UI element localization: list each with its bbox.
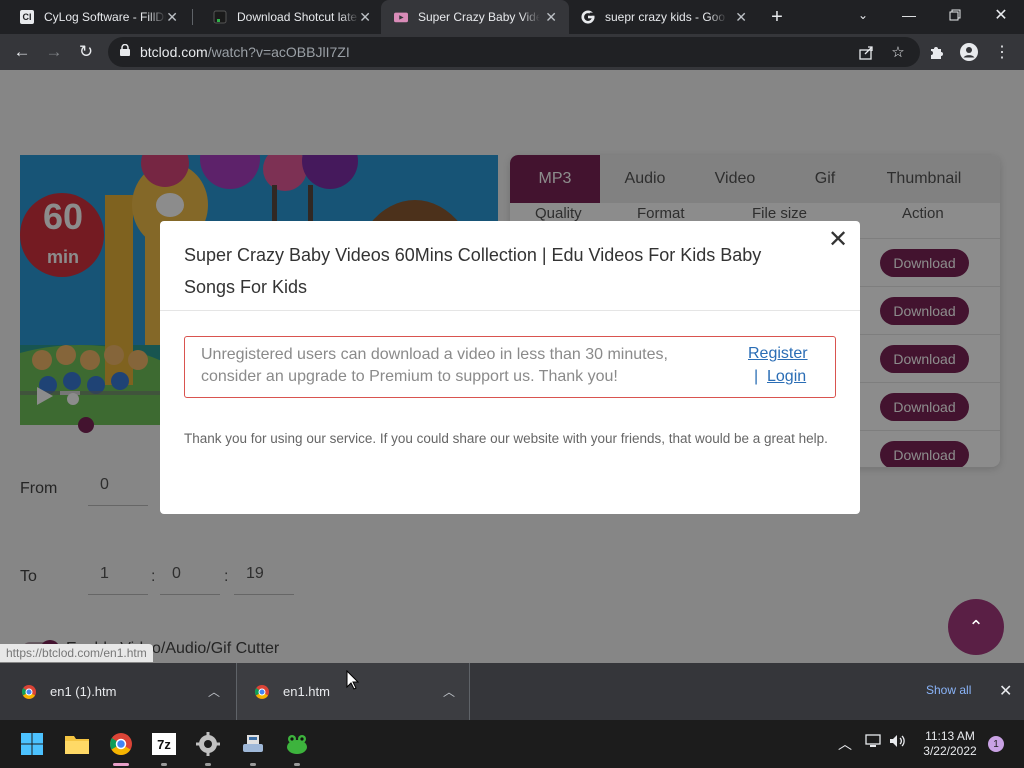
clock-time: 11:13 AM <box>925 729 975 743</box>
tab-title: suepr crazy kids - Goo <box>605 10 726 24</box>
shotcut-favicon <box>213 10 227 24</box>
windows-taskbar: 7z ︿ 11:13 AM 3/22/2022 1 <box>0 720 1024 768</box>
show-all-link[interactable]: Show all <box>926 683 971 697</box>
chrome-file-icon <box>254 684 270 700</box>
sevenzip-label: 7z <box>152 733 176 755</box>
close-window-button[interactable]: ✕ <box>978 0 1024 30</box>
register-link[interactable]: Register <box>748 345 808 363</box>
running-indicator <box>161 763 167 766</box>
share-icon[interactable] <box>853 39 879 65</box>
windows-start-icon[interactable] <box>16 728 48 760</box>
tab-title: CyLog Software - FillDi <box>44 10 166 24</box>
back-arrow-icon[interactable]: ← <box>9 39 35 65</box>
minimize-button[interactable]: — <box>886 0 932 30</box>
clock-date: 3/22/2022 <box>923 744 977 758</box>
url-host: btclod.com <box>140 44 208 60</box>
url-path: /watch?v=acOBBJlI7ZI <box>207 44 350 60</box>
chrome-file-icon <box>21 684 37 700</box>
tab-close-icon[interactable]: ✕ <box>166 9 178 25</box>
download-filename: en1 (1).htm <box>50 684 117 699</box>
sevenzip-icon[interactable]: 7z <box>148 728 180 766</box>
running-indicator <box>250 763 256 766</box>
tab-btclod[interactable]: Super Crazy Baby Vide ✕ <box>381 0 569 34</box>
btclod-favicon <box>394 10 408 24</box>
chevron-up-icon[interactable]: ︿ <box>443 683 455 700</box>
tab-strip: CI CyLog Software - FillDi ✕ Download Sh… <box>0 0 1024 34</box>
download-shelf: en1 (1).htm ︿ en1.htm ︿ Show all ✕ <box>0 663 1024 720</box>
tab-cylog[interactable]: CI CyLog Software - FillDi ✕ <box>0 0 190 34</box>
new-tab-button[interactable]: + <box>754 2 800 32</box>
tab-close-icon[interactable]: ✕ <box>545 9 557 25</box>
volume-icon[interactable] <box>889 734 907 751</box>
extensions-puzzle-icon[interactable] <box>924 39 950 65</box>
scroll-to-top-button[interactable]: ⌃ <box>948 599 1004 655</box>
bookmark-star-icon[interactable]: ☆ <box>885 39 911 65</box>
running-indicator <box>294 763 300 766</box>
tab-close-icon[interactable]: ✕ <box>735 9 747 25</box>
modal-title: Super Crazy Baby Videos 60Mins Collectio… <box>184 245 762 297</box>
alert-message: Unregistered users can download a video … <box>201 346 668 385</box>
chrome-icon[interactable] <box>105 728 137 766</box>
status-bar-url: https://btclod.com/en1.htm <box>0 644 153 662</box>
reload-icon[interactable]: ↻ <box>73 39 99 65</box>
page-content: 60 min MP3 Audio Video Gif Thumbnail Qua… <box>0 70 1024 663</box>
active-indicator <box>113 763 129 766</box>
close-icon[interactable]: ✕ <box>828 225 848 254</box>
link-separator: | <box>754 368 759 385</box>
modal-divider <box>160 310 860 311</box>
google-favicon <box>581 10 595 24</box>
tab-title: Super Crazy Baby Vide <box>418 10 540 24</box>
frog-app-icon[interactable] <box>281 728 313 766</box>
login-link[interactable]: Login <box>767 368 806 386</box>
thanks-message: Thank you for using our service. If you … <box>184 431 828 446</box>
system-clock[interactable]: 11:13 AM 3/22/2022 <box>916 729 984 759</box>
tab-google[interactable]: suepr crazy kids - Goo ✕ <box>569 0 759 34</box>
settings-gear-icon[interactable] <box>192 728 224 766</box>
close-icon[interactable]: ✕ <box>999 681 1012 701</box>
cylog-favicon: CI <box>20 10 34 24</box>
address-bar[interactable]: btclod.com/watch?v=acOBBJlI7ZI <box>108 37 920 67</box>
chevron-up-icon: ⌃ <box>968 616 984 637</box>
disk-tool-icon[interactable] <box>237 728 269 766</box>
premium-alert: Unregistered users can download a video … <box>184 336 836 398</box>
browser-toolbar: ← → ↻ btclod.com/watch?v=acOBBJlI7ZI ☆ ⋮ <box>0 34 1024 70</box>
profile-avatar-icon[interactable] <box>956 39 982 65</box>
chevron-up-icon[interactable]: ︿ <box>208 683 220 700</box>
tab-close-icon[interactable]: ✕ <box>359 9 371 25</box>
download-filename: en1.htm <box>283 684 330 699</box>
tab-shotcut[interactable]: Download Shotcut late ✕ <box>193 0 383 34</box>
kebab-menu-icon[interactable]: ⋮ <box>989 39 1015 65</box>
running-indicator <box>205 763 211 766</box>
restore-button[interactable] <box>932 0 978 30</box>
chevron-up-icon[interactable]: ︿ <box>838 734 852 754</box>
notification-badge[interactable]: 1 <box>988 736 1004 752</box>
browser-window: CI CyLog Software - FillDi ✕ Download Sh… <box>0 0 1024 768</box>
tab-search-chevron-icon[interactable]: ⌄ <box>840 0 886 30</box>
forward-arrow-icon[interactable]: → <box>41 39 67 65</box>
lock-icon[interactable] <box>120 43 130 61</box>
download-modal: Super Crazy Baby Videos 60Mins Collectio… <box>160 221 860 514</box>
mouse-pointer-icon <box>346 669 360 695</box>
file-explorer-icon[interactable] <box>61 728 93 760</box>
network-icon[interactable] <box>865 734 881 751</box>
download-item[interactable]: en1 (1).htm ︿ <box>0 663 234 720</box>
tab-title: Download Shotcut late <box>237 10 358 24</box>
